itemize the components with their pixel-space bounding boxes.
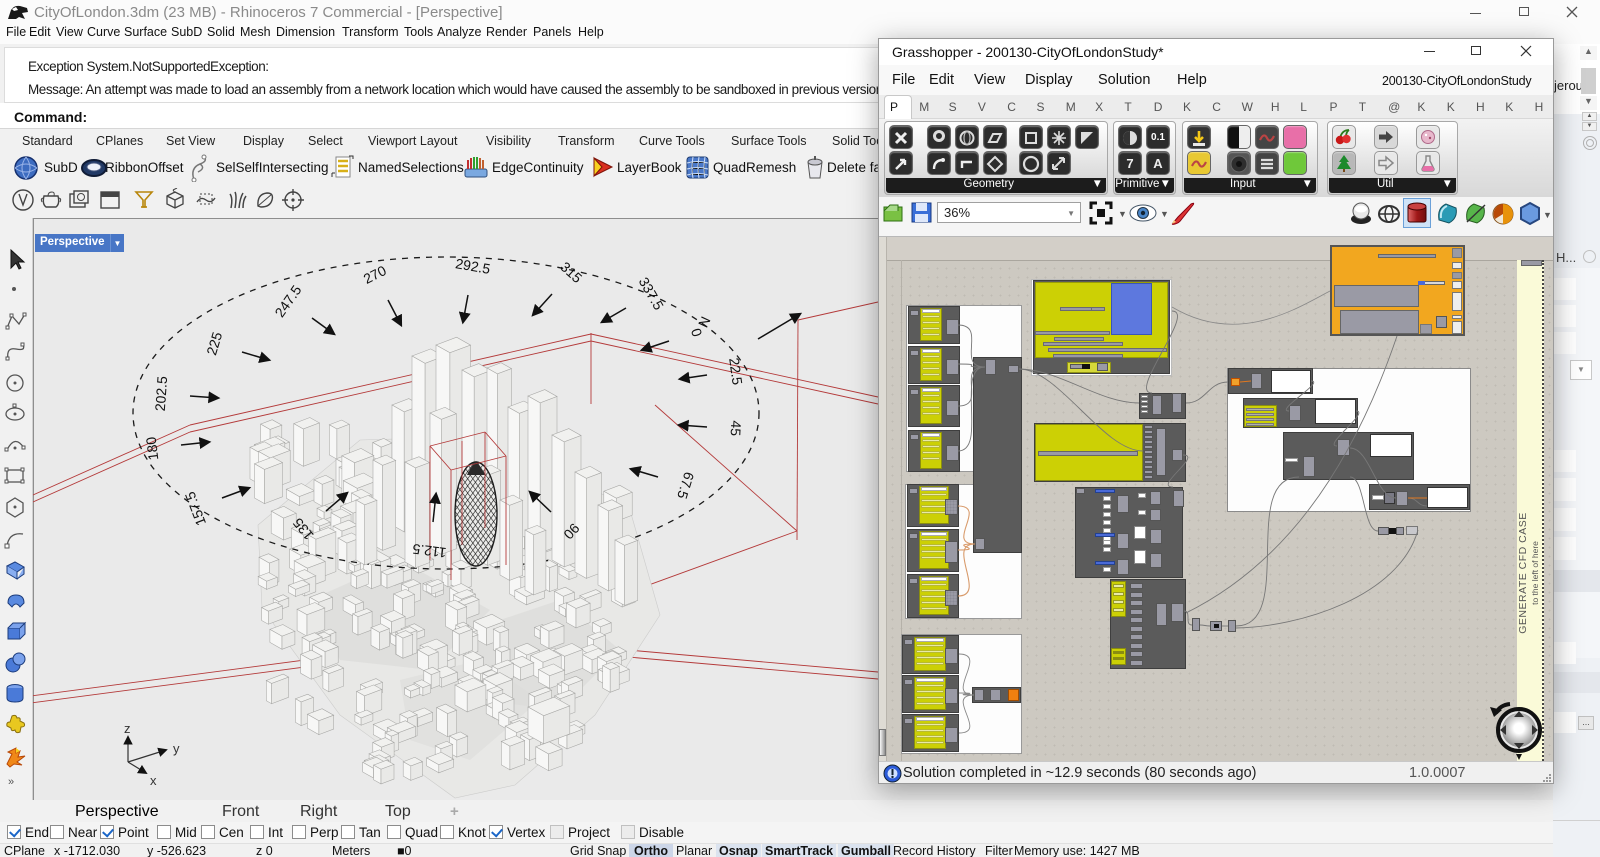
svg-text:22.5: 22.5 bbox=[726, 357, 746, 386]
svg-text:247.5: 247.5 bbox=[271, 282, 304, 320]
svg-text:270: 270 bbox=[361, 262, 389, 287]
svg-text:67.5: 67.5 bbox=[674, 470, 697, 501]
svg-text:x: x bbox=[150, 773, 157, 788]
svg-text:225: 225 bbox=[203, 330, 225, 357]
svg-text:292.5: 292.5 bbox=[454, 255, 491, 277]
svg-text:45: 45 bbox=[728, 420, 745, 437]
svg-text:180: 180 bbox=[143, 436, 162, 461]
svg-text:315: 315 bbox=[557, 259, 585, 287]
svg-text:z: z bbox=[124, 721, 131, 736]
svg-text:0: 0 bbox=[688, 326, 706, 339]
svg-text:337.5: 337.5 bbox=[636, 274, 667, 313]
svg-text:y: y bbox=[173, 741, 180, 756]
svg-text:157.5: 157.5 bbox=[182, 489, 210, 528]
svg-text:202.5: 202.5 bbox=[152, 375, 170, 411]
